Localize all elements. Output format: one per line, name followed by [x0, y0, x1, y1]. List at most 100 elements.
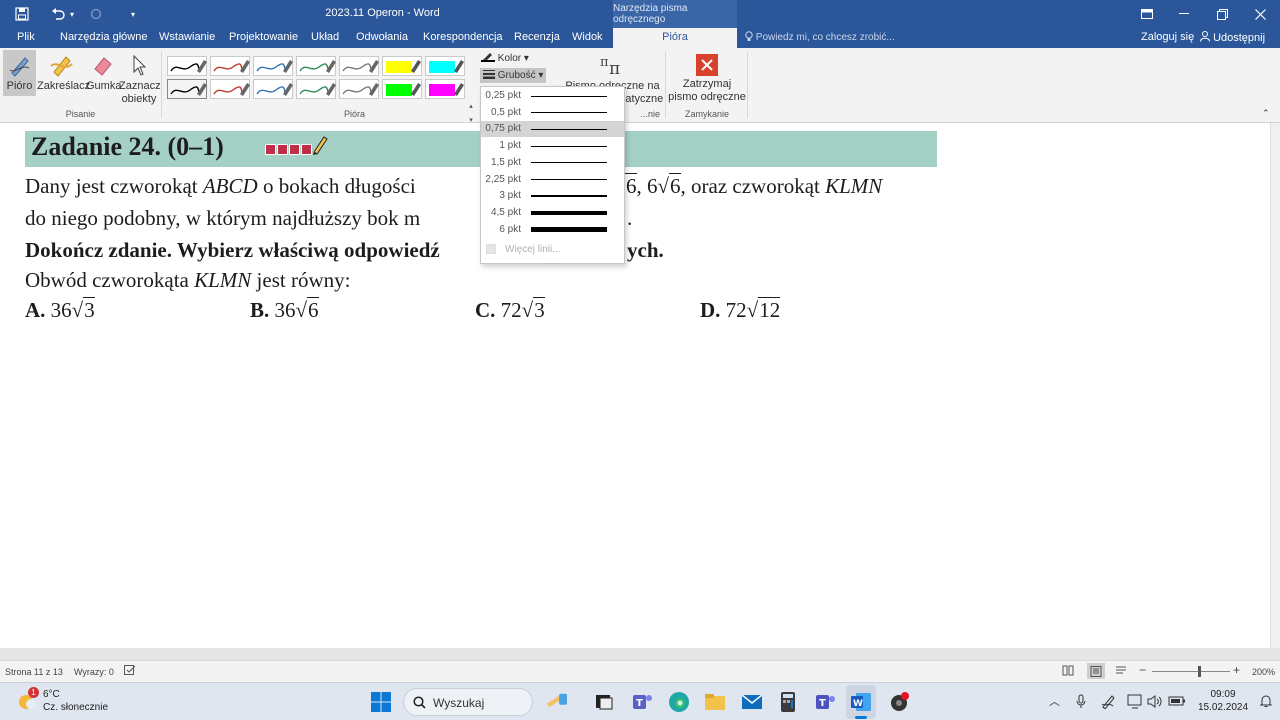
share-button[interactable]: Udostępnij — [1200, 31, 1265, 44]
thickness-option-label: 4,5 pkt — [490, 206, 521, 218]
read-mode-icon[interactable] — [1062, 665, 1074, 678]
pen-swatch[interactable] — [382, 79, 422, 99]
pen-swatch[interactable] — [210, 79, 250, 99]
word-taskbar-active[interactable]: W — [846, 685, 876, 719]
tab-pens[interactable]: Pióra — [613, 28, 737, 48]
microphone-icon[interactable] — [1076, 694, 1086, 709]
file-explorer-icon[interactable] — [704, 691, 726, 713]
zoom-in-icon[interactable]: + — [1233, 663, 1240, 677]
zoom-slider[interactable] — [1152, 671, 1230, 672]
tab-layout[interactable]: Układ — [311, 28, 339, 48]
thickness-option[interactable]: 0,75 pkt — [481, 121, 624, 138]
notifications-icon[interactable] — [1259, 694, 1273, 708]
ribbon-display-icon[interactable] — [1128, 0, 1166, 28]
tab-home[interactable]: Narzędzia główne — [60, 28, 147, 48]
answer-d[interactable]: D. 72√12 — [700, 297, 781, 323]
restore-icon[interactable] — [1203, 0, 1241, 28]
taskbar: 1 6°C Cz. słonecznie Wyszukaj T T W ︿ 09:… — [0, 682, 1280, 720]
thickness-option[interactable]: 1,5 pkt — [481, 155, 624, 171]
windows-start-icon[interactable] — [370, 691, 392, 713]
taskbar-search[interactable]: Wyszukaj — [403, 688, 533, 716]
weather-badge: 1 — [28, 687, 39, 698]
thickness-option-label: 1,5 pkt — [490, 156, 521, 168]
thickness-option-label: 6 pkt — [499, 223, 521, 235]
zoom-out-icon[interactable]: − — [1139, 663, 1146, 677]
eraser-icon — [94, 57, 112, 76]
thickness-option[interactable]: 4,5 pkt — [481, 205, 624, 221]
pen-swatch[interactable] — [253, 56, 293, 76]
close-window-icon[interactable] — [1241, 0, 1279, 28]
doc-line-1-end: 6, 6√6, oraz czworokąt KLMN — [625, 173, 883, 198]
highlighter-tool-button[interactable]: Zakreślacz — [37, 52, 90, 93]
pen-swatch[interactable] — [296, 56, 336, 76]
resize-grip[interactable]: .... — [545, 257, 558, 266]
eraser-tool-button[interactable]: Gumka — [86, 52, 121, 93]
proofing-icon[interactable] — [124, 665, 136, 678]
thickness-option-line — [531, 210, 607, 215]
thickness-option[interactable]: 3 pkt — [481, 188, 624, 204]
pen-tool-button[interactable]: Pióro — [3, 50, 36, 96]
sign-in-link[interactable]: Zaloguj się — [1141, 31, 1194, 43]
volume-icon[interactable] — [1147, 694, 1163, 709]
battery-icon[interactable] — [1168, 695, 1186, 707]
answer-a[interactable]: A. 36√3 — [25, 297, 95, 323]
recorder-icon[interactable] — [888, 691, 910, 713]
system-clock[interactable]: 09:09 15.02.2024 — [1195, 688, 1251, 714]
thickness-option[interactable]: 6 pkt — [481, 222, 624, 238]
tab-insert[interactable]: Wstawianie — [159, 28, 215, 48]
clock-date: 15.02.2024 — [1197, 702, 1249, 713]
search-highlight-icon[interactable] — [545, 689, 567, 711]
zoom-slider-thumb[interactable] — [1198, 666, 1201, 677]
pen-color-label: Kolor — [497, 53, 522, 64]
stop-inking-button[interactable]: Zatrzymaj pismo odręczne — [668, 54, 746, 104]
pen-swatch[interactable] — [339, 79, 379, 99]
pen-menu-icon[interactable] — [1101, 694, 1116, 709]
collapse-ribbon-icon[interactable]: ⌃ — [1262, 108, 1270, 119]
pen-swatch[interactable] — [382, 56, 422, 76]
thickness-option-label: 0,25 pkt — [485, 90, 521, 101]
pen-swatch[interactable] — [253, 79, 293, 99]
edge-browser-icon[interactable] — [668, 691, 690, 713]
tab-view[interactable]: Widok — [572, 28, 603, 48]
thickness-option[interactable]: 0,25 pkt — [481, 88, 624, 104]
more-lines-item[interactable]: Więcej linii... — [505, 244, 561, 255]
display-icon[interactable] — [1127, 694, 1143, 709]
pen-swatch[interactable] — [339, 56, 379, 76]
tab-mailings[interactable]: Korespondencja — [423, 28, 503, 48]
svg-text:T: T — [819, 698, 826, 709]
pen-swatch[interactable] — [167, 79, 207, 99]
svg-text:π: π — [600, 55, 609, 70]
web-layout-icon[interactable] — [1115, 665, 1127, 678]
pen-swatch[interactable] — [210, 56, 250, 76]
tab-design[interactable]: Projektowanie — [229, 28, 298, 48]
minimize-icon[interactable] — [1165, 0, 1203, 28]
pen-swatch[interactable] — [296, 79, 336, 99]
thickness-option[interactable]: 2,25 pkt — [481, 172, 624, 188]
calculator-icon[interactable] — [777, 691, 799, 713]
mail-icon[interactable] — [741, 691, 763, 713]
thickness-option[interactable]: 0,5 pkt — [481, 105, 624, 121]
document-page[interactable] — [0, 123, 1270, 648]
show-hidden-icons[interactable]: ︿ — [1049, 693, 1060, 709]
pen-swatch[interactable] — [167, 56, 207, 76]
tab-review[interactable]: Recenzja — [514, 28, 560, 48]
vertical-scrollbar[interactable] — [1270, 123, 1280, 648]
teams-icon[interactable]: T — [814, 691, 836, 713]
page-count[interactable]: Strona 11 z 13 — [5, 667, 63, 677]
pen-swatch[interactable] — [425, 79, 465, 99]
answer-c[interactable]: C. 72√3 — [475, 297, 545, 323]
select-objects-button[interactable]: Zaznacz obiekty — [119, 52, 161, 106]
thickness-button[interactable]: Grubość ▾ — [480, 68, 547, 83]
tell-me-box[interactable]: Powiedz mi, co chcesz zrobić... — [745, 31, 895, 43]
answer-b[interactable]: B. 36√6 — [250, 297, 319, 323]
teams-chat-icon[interactable]: T — [631, 691, 653, 713]
word-count[interactable]: Wyrazy: 0 — [74, 667, 114, 677]
tab-references[interactable]: Odwołania — [356, 28, 408, 48]
zoom-level[interactable]: 200% — [1252, 667, 1275, 677]
task-view-icon[interactable] — [593, 691, 615, 713]
tab-file[interactable]: Plik — [17, 28, 35, 48]
pen-swatch[interactable] — [425, 56, 465, 76]
pen-color-button[interactable]: Kolor ▾ — [481, 52, 529, 64]
thickness-option[interactable]: 1 pkt — [481, 138, 624, 154]
print-layout-icon[interactable] — [1087, 663, 1105, 679]
